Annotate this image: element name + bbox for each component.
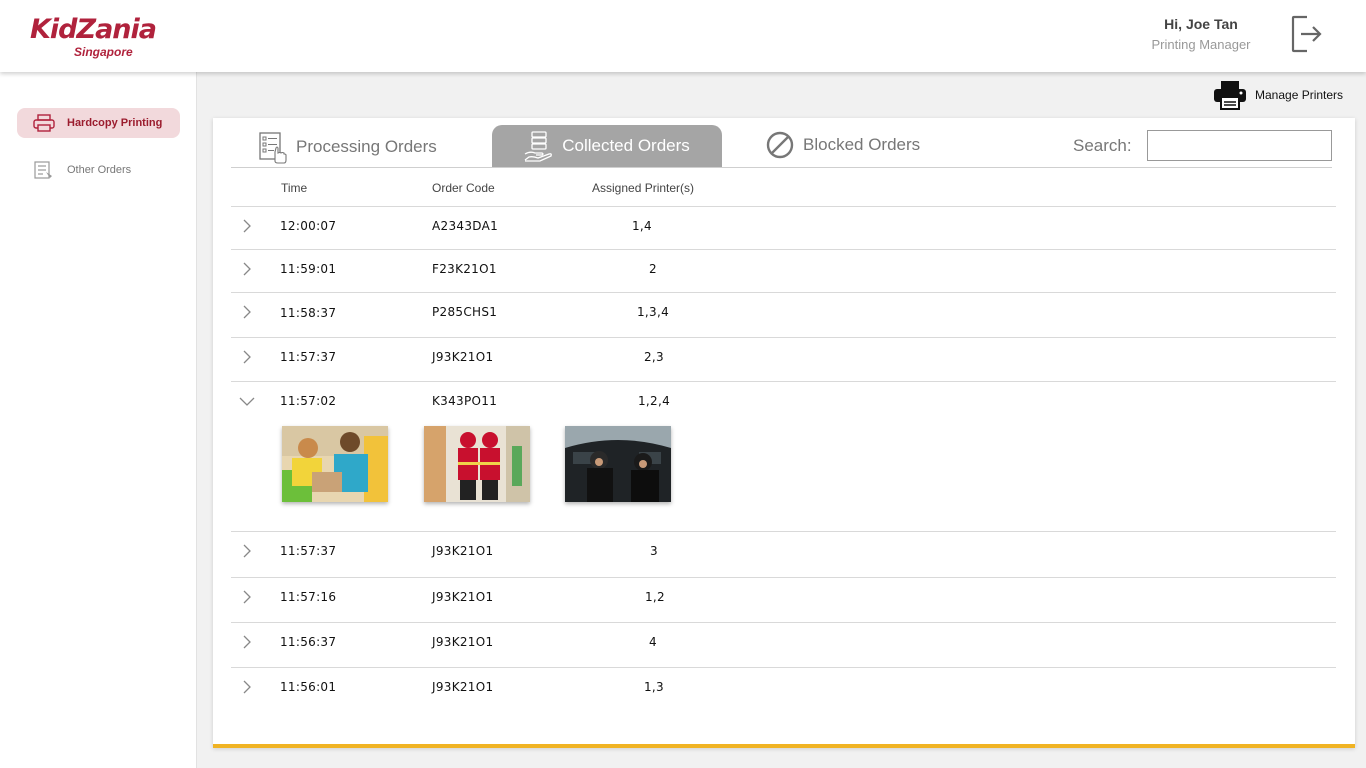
order-time: 11:57:16 xyxy=(280,590,337,604)
order-time: 11:59:01 xyxy=(280,262,337,276)
blocked-icon xyxy=(766,131,794,159)
row-divider xyxy=(231,381,1336,382)
tab-blocked-orders[interactable]: Blocked Orders xyxy=(765,124,920,166)
row-divider xyxy=(231,622,1336,623)
row-divider xyxy=(231,337,1336,338)
order-code: J93K21O1 xyxy=(432,590,494,604)
tab-divider xyxy=(231,167,1332,168)
order-time: 12:00:07 xyxy=(280,219,337,233)
list-icon xyxy=(34,161,52,179)
order-code: J93K21O1 xyxy=(432,635,494,649)
tab-label: Blocked Orders xyxy=(803,135,921,154)
sidebar-item-label: Other Orders xyxy=(67,164,132,176)
order-code: J93K21O1 xyxy=(432,680,494,694)
order-time: 11:57:02 xyxy=(280,394,337,408)
assigned-printers: 1,4 xyxy=(632,219,652,233)
order-time: 11:56:37 xyxy=(280,635,337,649)
chevron-down-icon[interactable] xyxy=(239,395,255,407)
order-code: J93K21O1 xyxy=(432,544,494,558)
row-divider xyxy=(231,531,1336,532)
logo-wordmark: KidZania xyxy=(30,14,157,45)
sidebar-item-hardcopy-printing[interactable]: Hardcopy Printing xyxy=(17,108,180,138)
order-time: 11:58:37 xyxy=(280,306,337,320)
assigned-printers: 1,3,4 xyxy=(637,305,670,319)
order-time: 11:56:01 xyxy=(280,680,337,694)
hand-tray-icon xyxy=(524,131,553,162)
chevron-right-icon[interactable] xyxy=(241,635,253,649)
chevron-right-icon[interactable] xyxy=(241,219,253,233)
photo-thumbnail[interactable] xyxy=(565,426,671,502)
photo-thumbnail[interactable] xyxy=(282,426,388,502)
order-code: F23K21O1 xyxy=(432,262,497,276)
row-divider xyxy=(231,206,1336,207)
logout-icon xyxy=(1291,15,1322,53)
row-divider xyxy=(231,667,1336,668)
order-time: 11:57:37 xyxy=(280,544,337,558)
tab-label: Processing Orders xyxy=(296,137,437,156)
tab-label: Collected Orders xyxy=(562,136,690,155)
order-code: K343PO11 xyxy=(432,394,498,408)
chevron-right-icon[interactable] xyxy=(241,680,253,694)
chevron-right-icon[interactable] xyxy=(241,262,253,276)
chevron-right-icon[interactable] xyxy=(241,544,253,558)
orders-panel: Processing Orders Collected Orders Block… xyxy=(213,118,1355,748)
column-header-order-code[interactable]: Order Code xyxy=(432,181,495,195)
user-info: Hi, Joe Tan Printing Manager xyxy=(1131,16,1271,52)
printer-icon xyxy=(33,114,55,132)
photo-thumbnail[interactable] xyxy=(424,426,530,502)
manage-printers-label: Manage Printers xyxy=(1255,88,1344,102)
sidebar-item-label: Hardcopy Printing xyxy=(67,117,163,129)
chevron-right-icon[interactable] xyxy=(241,350,253,364)
order-time: 11:57:37 xyxy=(280,350,337,364)
assigned-printers: 2,3 xyxy=(644,350,664,364)
row-divider xyxy=(231,292,1336,293)
logo-location: Singapore xyxy=(74,45,133,59)
search-label: Search: xyxy=(1073,136,1132,155)
assigned-printers: 1,2,4 xyxy=(638,394,671,408)
sidebar-item-other-orders[interactable]: Other Orders xyxy=(17,155,180,185)
assigned-printers: 1,3 xyxy=(644,680,664,694)
sidebar: Hardcopy Printing Other Orders xyxy=(0,72,197,768)
checklist-icon xyxy=(259,132,287,164)
tab-processing-orders[interactable]: Processing Orders xyxy=(258,126,437,168)
order-code: A2343DA1 xyxy=(432,219,499,233)
top-header: KidZania Singapore Hi, Joe Tan Printing … xyxy=(0,0,1366,72)
assigned-printers: 3 xyxy=(650,544,658,558)
user-role: Printing Manager xyxy=(1151,37,1251,52)
chevron-right-icon[interactable] xyxy=(241,590,253,604)
assigned-printers: 4 xyxy=(649,635,657,649)
row-divider xyxy=(231,249,1336,250)
user-greeting: Hi, Joe Tan xyxy=(1164,16,1238,32)
order-code: P285CHS1 xyxy=(432,305,498,319)
manage-printers-button[interactable]: Manage Printers xyxy=(1213,80,1343,110)
order-code: J93K21O1 xyxy=(432,350,494,364)
printer-icon xyxy=(1214,81,1246,110)
column-header-assigned-printers[interactable]: Assigned Printer(s) xyxy=(592,181,694,195)
assigned-printers: 1,2 xyxy=(645,590,665,604)
row-divider xyxy=(231,577,1336,578)
chevron-right-icon[interactable] xyxy=(241,305,253,319)
search-input[interactable] xyxy=(1147,130,1332,161)
tab-collected-orders[interactable]: Collected Orders xyxy=(492,125,722,167)
kidzania-logo[interactable]: KidZania Singapore xyxy=(30,14,170,62)
logout-button[interactable] xyxy=(1289,14,1323,54)
column-header-time[interactable]: Time xyxy=(281,181,307,195)
assigned-printers: 2 xyxy=(649,262,657,276)
